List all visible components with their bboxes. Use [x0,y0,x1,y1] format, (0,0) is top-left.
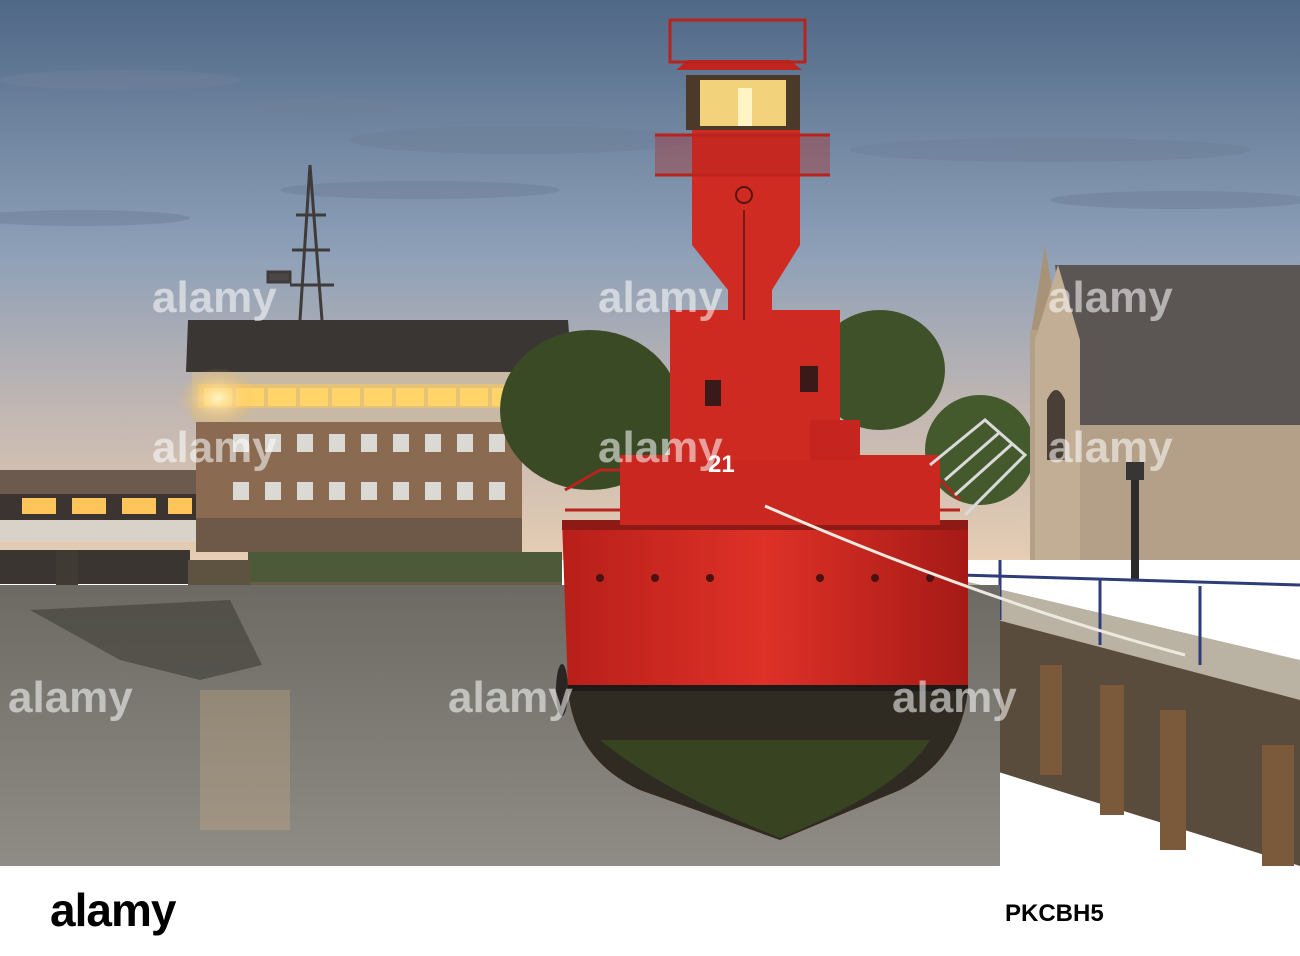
watermark: alamy [152,423,277,472]
reflection [200,690,290,830]
watermark: alamy [448,673,573,722]
watermark: alamy [598,423,723,472]
photo-scene: 21 alamy alamy alamy alamy alamy alamy a… [0,0,1300,866]
image-id: PKCBH5 [1005,900,1104,927]
footer-bar [0,866,1300,956]
watermark: alamy [8,673,133,722]
stock-logo[interactable]: alamy [50,883,176,937]
watermark: alamy [152,273,277,322]
watermark: alamy [1048,273,1173,322]
watermark: alamy [598,273,723,322]
walkway-building [0,470,200,602]
watermark: alamy [892,673,1017,722]
watermark: alamy [1048,423,1173,472]
